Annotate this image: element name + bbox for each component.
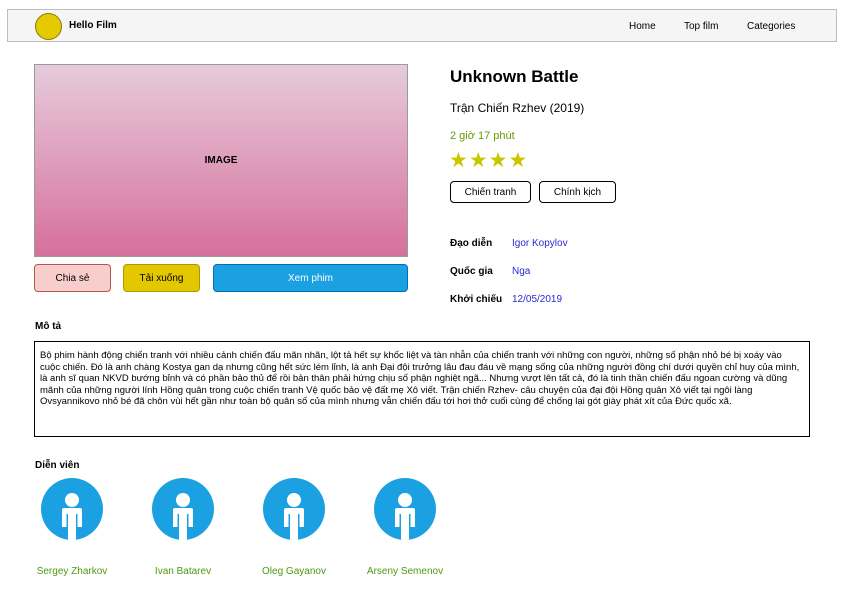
rating-stars-icon: ★★★★: [449, 149, 529, 172]
genre-tag-war[interactable]: Chiến tranh: [450, 181, 531, 203]
download-button[interactable]: Tải xuống: [123, 264, 200, 292]
actor-card[interactable]: Oleg Gayanov: [244, 478, 344, 577]
movie-poster: IMAGE: [34, 64, 408, 257]
country-link[interactable]: Nga: [512, 266, 530, 277]
watch-button[interactable]: Xem phim: [213, 264, 408, 292]
cast-heading: Diễn viên: [35, 460, 80, 471]
actor-name[interactable]: Oleg Gayanov: [244, 566, 344, 577]
movie-original-title: Trận Chiến Rzhev (2019): [450, 101, 585, 115]
nav-top-film[interactable]: Top film: [684, 21, 718, 32]
director-link[interactable]: Igor Kopylov: [512, 238, 568, 249]
release-label: Khởi chiếu: [450, 294, 503, 305]
movie-title: Unknown Battle: [450, 67, 579, 86]
person-icon[interactable]: [152, 478, 214, 540]
description-box: Bộ phim hành động chiến tranh với nhiều …: [34, 341, 810, 437]
person-icon[interactable]: [374, 478, 436, 540]
genre-tag-drama[interactable]: Chính kịch: [539, 181, 616, 203]
person-icon[interactable]: [263, 478, 325, 540]
description-heading: Mô tả: [35, 321, 62, 332]
country-label: Quốc gia: [450, 266, 493, 277]
actor-name[interactable]: Sergey Zharkov: [22, 566, 122, 577]
actor-card[interactable]: Sergey Zharkov: [22, 478, 122, 577]
person-icon[interactable]: [41, 478, 103, 540]
logo-icon[interactable]: [35, 13, 62, 40]
brand-name[interactable]: Hello Film: [69, 20, 117, 31]
share-button[interactable]: Chia sẻ: [34, 264, 111, 292]
actor-name[interactable]: Ivan Batarev: [133, 566, 233, 577]
nav-home[interactable]: Home: [629, 21, 656, 32]
top-navbar: Hello Film Home Top film Categories: [7, 9, 837, 42]
poster-placeholder-label: IMAGE: [204, 155, 238, 166]
actor-card[interactable]: Arseny Semenov: [355, 478, 455, 577]
actor-name[interactable]: Arseny Semenov: [355, 566, 455, 577]
director-label: Đạo diễn: [450, 238, 493, 249]
movie-duration: 2 giờ 17 phút: [450, 130, 515, 142]
release-date: 12/05/2019: [512, 294, 563, 305]
actor-card[interactable]: Ivan Batarev: [133, 478, 233, 577]
nav-categories[interactable]: Categories: [747, 21, 795, 32]
